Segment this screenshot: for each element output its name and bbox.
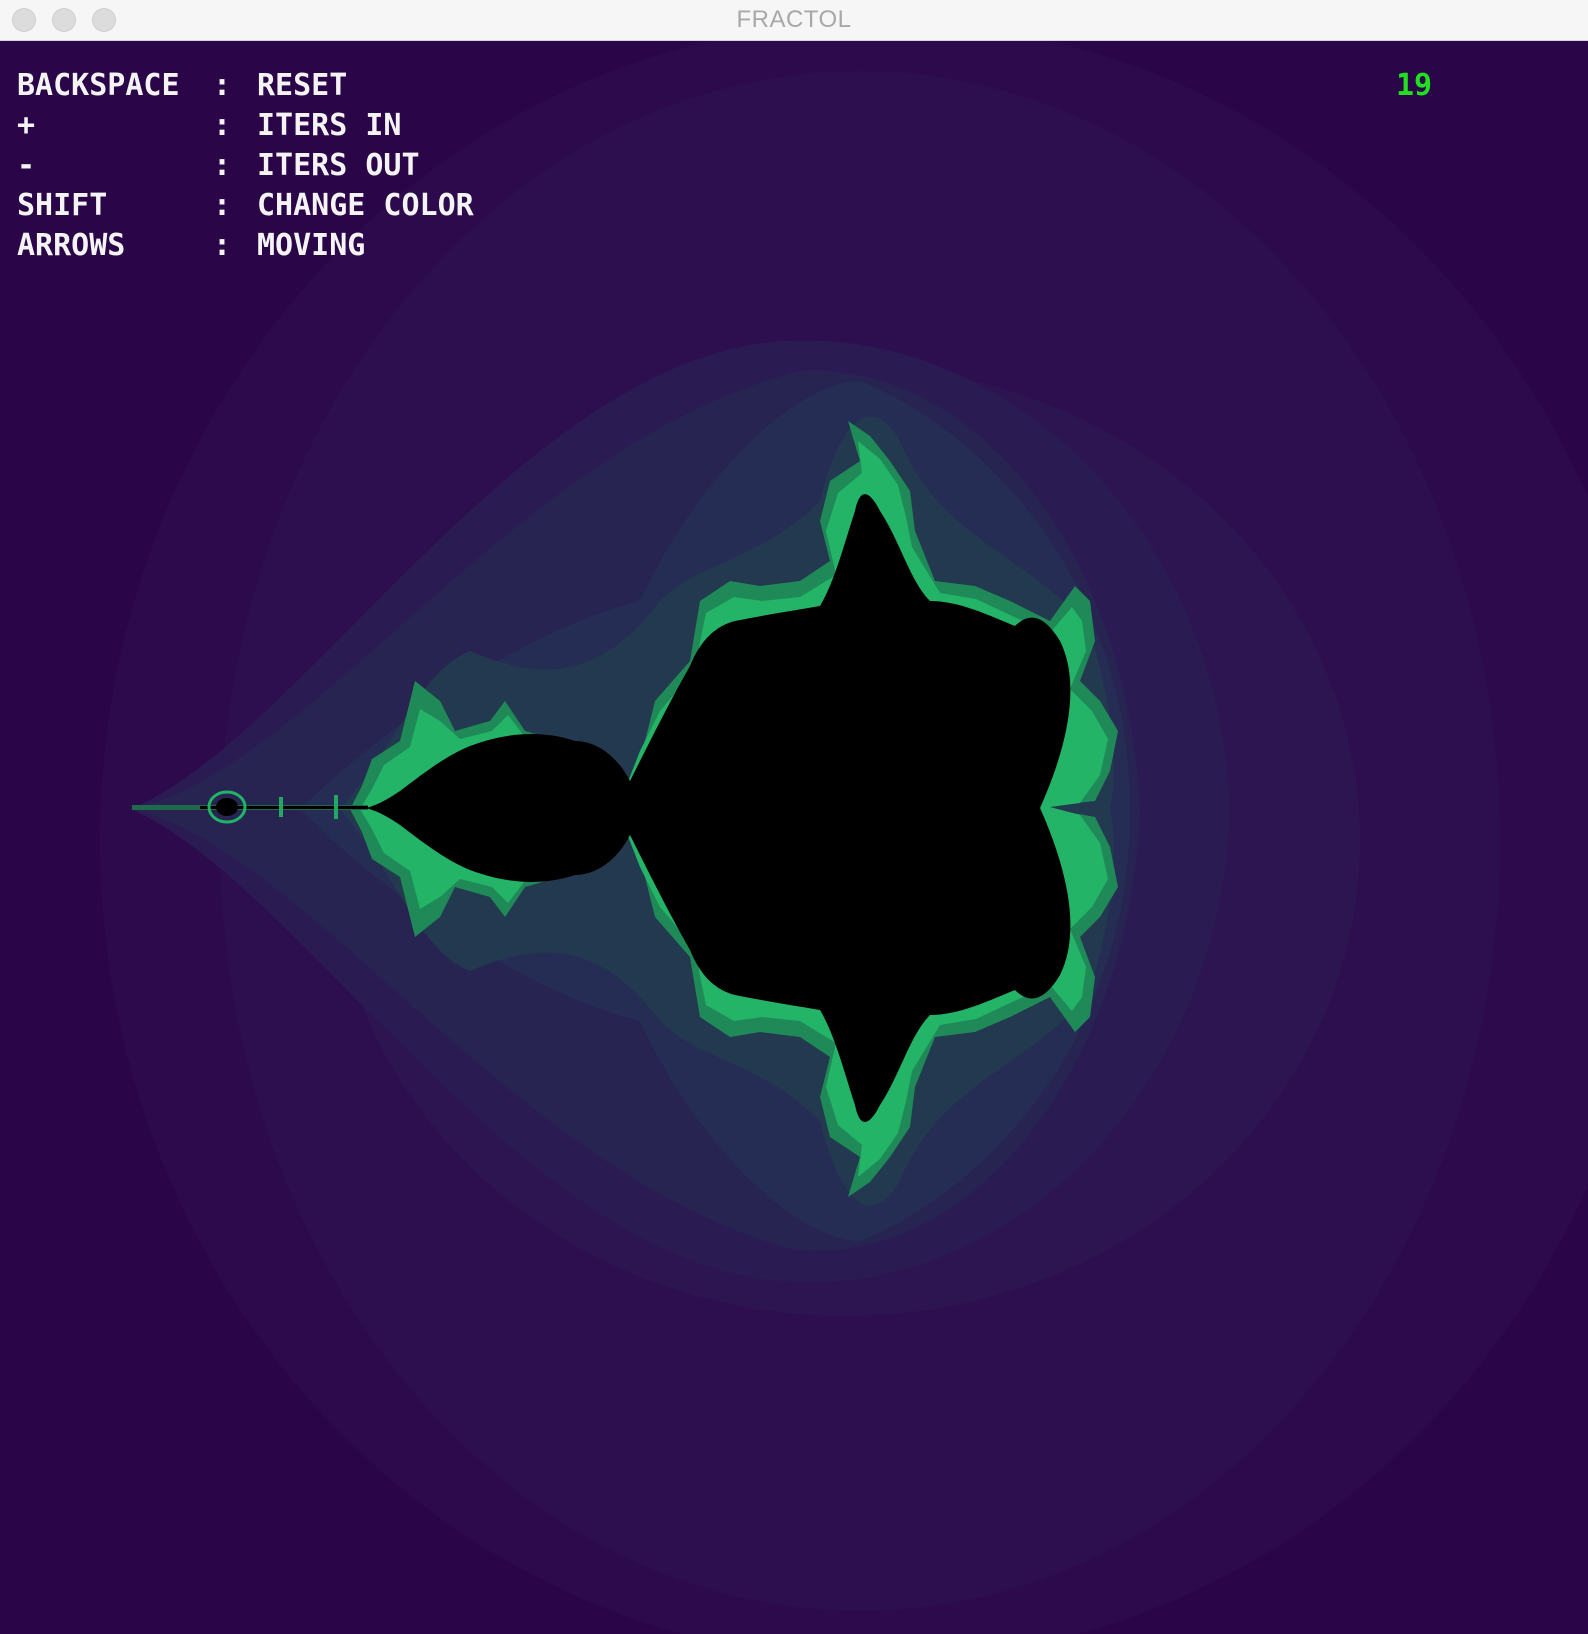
help-separator: : [213,228,232,263]
help-separator: : [213,68,232,103]
help-key: - [17,148,36,183]
help-separator: : [213,148,232,183]
help-row-moving: ARROWS : MOVING [17,226,474,266]
help-row-reset: BACKSPACE : RESET [17,66,474,106]
keyboard-help: BACKSPACE : RESET + : ITERS IN - : ITERS… [17,66,474,266]
help-action: RESET [257,68,348,103]
help-row-iters-in: + : ITERS IN [17,106,474,146]
help-row-change-color: SHIFT : CHANGE COLOR [17,186,474,226]
antenna-tick-2 [334,795,338,819]
fractol-window: FRACTOL BACKSPACE: RESET +: ITERS IN -… [0,0,1588,1634]
help-key: SHIFT [17,188,108,223]
window-title: FRACTOL [736,6,852,33]
mini-bulb [216,798,238,816]
mandelbrot-render [100,41,1588,1634]
fractal-canvas[interactable]: BACKSPACE : RESET + : ITERS IN - : ITERS… [0,41,1588,1634]
help-action: CHANGE COLOR [257,188,474,223]
help-separator: : [213,108,232,143]
help-action: MOVING [257,228,366,263]
help-action: ITERS OUT [257,148,420,183]
title-bar[interactable]: FRACTOL [0,0,1588,41]
help-key: ARROWS [17,228,126,263]
help-key: BACKSPACE [17,68,180,103]
help-row-iters-out: - : ITERS OUT [17,146,474,186]
antenna-tick-1 [279,797,283,817]
help-key: + [17,108,36,143]
help-action: ITERS IN [257,108,402,143]
help-separator: : [213,188,232,223]
iteration-count: 19 [1396,68,1433,103]
